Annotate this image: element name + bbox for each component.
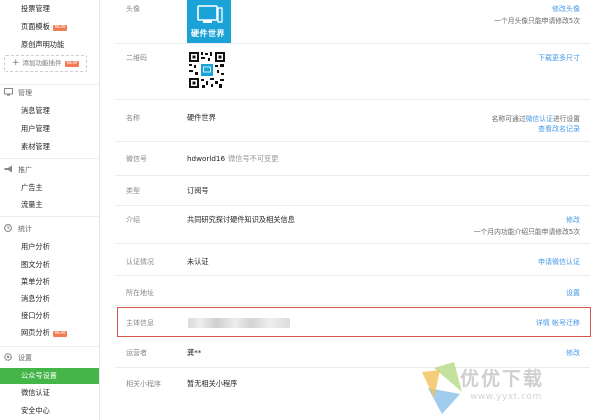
sidebar-item-menu-analysis[interactable]: 菜单分析 xyxy=(21,277,50,287)
row-label: 二维码 xyxy=(126,54,147,62)
new-badge: NEW xyxy=(64,61,80,67)
divider xyxy=(0,346,99,347)
new-badge: NEW xyxy=(52,25,68,31)
set-address-link[interactable]: 设置 xyxy=(566,288,580,298)
divider xyxy=(0,158,99,159)
mini-program-value: 暂无相关小程序 xyxy=(187,379,238,388)
qrcode-image xyxy=(188,51,226,89)
edit-operator-link[interactable]: 修改 xyxy=(566,348,580,358)
row-label: 微信号 xyxy=(126,155,147,163)
account-type: 订阅号 xyxy=(187,186,209,195)
verification-status: 未认证 xyxy=(187,257,209,266)
highlight-box xyxy=(117,307,591,337)
settings-row-wechat-id: 微信号 hdworld16 微信号不可变更 xyxy=(115,142,590,176)
add-plugin-button[interactable]: + 添加功能插件 NEW xyxy=(4,55,87,72)
plus-icon: + xyxy=(12,58,20,68)
settings-row-type: 类型 订阅号 xyxy=(115,176,590,206)
row-label: 名称 xyxy=(126,114,140,122)
row-label: 认证情况 xyxy=(126,258,154,266)
sidebar-item-web-analysis[interactable]: 网页分析 NEW xyxy=(21,328,68,338)
row-label: 运营者 xyxy=(126,349,147,357)
section-promote: 推广 xyxy=(4,165,32,175)
sidebar-item-vote[interactable]: 投票管理 xyxy=(21,4,50,14)
sidebar-item-traffic[interactable]: 流量主 xyxy=(21,200,43,210)
settings-row-verification: 认证情况 未认证 申请微信认证 xyxy=(115,244,590,276)
settings-row-intro: 介绍 共同研究探讨硬件知识及相关信息 修改 一个月内功能介绍只能申请修改5次 xyxy=(115,206,590,244)
change-avatar-link[interactable]: 修改头像 xyxy=(552,4,580,14)
sidebar: 投票管理 页面模板 NEW 原创声明功能 + 添加功能插件 NEW 管理 消息管理 用… xyxy=(0,0,100,420)
section-manage: 管理 xyxy=(4,88,32,98)
sidebar-item-account-settings[interactable]: 公众号设置 xyxy=(0,368,99,384)
sidebar-item-messages[interactable]: 消息管理 xyxy=(21,106,50,116)
new-badge: NEW xyxy=(52,331,68,337)
sidebar-item-article-analysis[interactable]: 图文分析 xyxy=(21,260,50,270)
monitor-icon xyxy=(4,88,13,96)
intro-note: 一个月内功能介绍只能申请修改5次 xyxy=(473,228,580,236)
sidebar-item-original[interactable]: 原创声明功能 xyxy=(21,40,64,50)
row-label: 类型 xyxy=(126,187,140,195)
divider xyxy=(0,216,99,217)
row-label: 介绍 xyxy=(126,216,140,224)
edit-intro-link[interactable]: 修改 xyxy=(566,215,580,225)
row-label: 头像 xyxy=(126,5,140,13)
section-stats: 统计 xyxy=(4,224,32,234)
sidebar-item-api-analysis[interactable]: 接口分析 xyxy=(21,311,50,321)
avatar: 硬件世界 xyxy=(187,0,231,43)
settings-row-address: 所在地址 设置 xyxy=(115,276,590,306)
settings-row-qrcode: 二维码 下载更多尺寸 xyxy=(115,44,590,100)
settings-row-avatar: 头像 硬件世界 修改头像 一个月头像只能申请修改5次 xyxy=(115,0,590,44)
account-intro: 共同研究探讨硬件知识及相关信息 xyxy=(187,215,295,224)
operator-name: 龚** xyxy=(187,348,202,357)
section-settings: 设置 xyxy=(3,352,32,363)
sidebar-item-security[interactable]: 安全中心 xyxy=(21,406,50,416)
name-note: 名称可通过微信认证进行设置 xyxy=(491,115,580,123)
sidebar-item-users[interactable]: 用户管理 xyxy=(21,124,50,134)
wechat-verify-link[interactable]: 微信认证 xyxy=(526,115,553,123)
megaphone-icon xyxy=(4,165,13,173)
account-name: 硬件世界 xyxy=(187,113,216,122)
avatar-text: 硬件世界 xyxy=(191,29,225,38)
sidebar-item-user-analysis[interactable]: 用户分析 xyxy=(21,242,50,252)
gear-icon xyxy=(3,352,13,362)
sidebar-item-materials[interactable]: 素材管理 xyxy=(21,142,50,152)
row-label: 相关小程序 xyxy=(126,380,161,388)
watermark-text: 优优下载 xyxy=(460,368,545,390)
rename-history-link[interactable]: 查看改名记录 xyxy=(538,124,580,134)
apply-verify-link[interactable]: 申请微信认证 xyxy=(538,257,580,267)
download-qrcode-link[interactable]: 下载更多尺寸 xyxy=(538,53,580,63)
sidebar-item-page-template[interactable]: 页面模板 NEW xyxy=(21,22,68,32)
sidebar-item-wechat-verify[interactable]: 微信认证 xyxy=(21,388,50,398)
sidebar-item-advertiser[interactable]: 广告主 xyxy=(21,183,43,193)
divider xyxy=(0,84,99,85)
settings-row-name: 名称 硬件世界 名称可通过微信认证进行设置 查看改名记录 xyxy=(115,100,590,142)
sidebar-item-message-analysis[interactable]: 消息分析 xyxy=(21,294,50,304)
watermark-url: www.yyxt.com xyxy=(470,392,542,402)
row-label: 所在地址 xyxy=(126,289,154,297)
clock-icon xyxy=(4,224,13,232)
wechat-id-value: hdworld16 微信号不可变更 xyxy=(187,154,279,163)
avatar-note: 一个月头像只能申请修改5次 xyxy=(494,17,580,25)
